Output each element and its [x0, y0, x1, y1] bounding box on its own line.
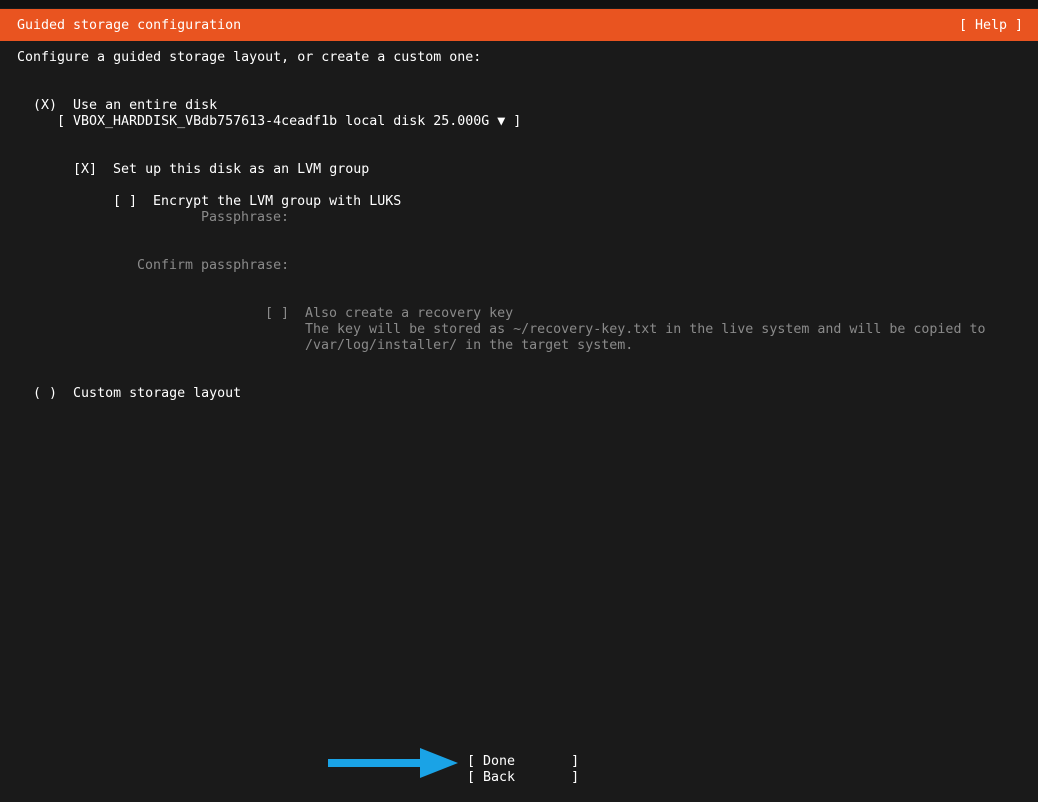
confirm-passphrase-input[interactable]	[305, 258, 705, 274]
custom-storage-option[interactable]: ( ) Custom storage layout	[17, 370, 241, 402]
lvm-checkbox[interactable]: [X]	[73, 162, 97, 177]
terminal-top-border	[0, 0, 1038, 8]
lvm-label: Set up this disk as an LVM group	[113, 162, 370, 177]
luks-option[interactable]: [ ] Encrypt the LVM group with LUKS	[97, 178, 401, 210]
header-bar: Guided storage configuration [ Help ]	[0, 9, 1038, 41]
help-button[interactable]: [ Help ]	[959, 17, 1023, 34]
confirm-passphrase-label: Confirm passphrase:	[137, 258, 290, 273]
recovery-key-label: Also create a recovery key	[305, 306, 514, 321]
custom-layout-radio[interactable]: ( )	[33, 386, 57, 401]
disk-select-dropdown[interactable]: [ VBOX_HARDDISK_VBdb757613-4ceadf1b loca…	[57, 114, 521, 130]
back-button[interactable]: [ Back ]	[467, 770, 579, 786]
passphrase-label: Passphrase:	[201, 210, 290, 225]
pointer-arrow-icon	[328, 748, 458, 778]
lvm-option[interactable]: [X] Set up this disk as an LVM group	[57, 146, 369, 178]
custom-layout-label: Custom storage layout	[73, 386, 242, 401]
luks-label: Encrypt the LVM group with LUKS	[153, 194, 402, 209]
entire-disk-label: Use an entire disk	[73, 98, 218, 113]
use-entire-disk-option[interactable]: (X) Use an entire disk	[17, 82, 217, 114]
recovery-key-description-line1: The key will be stored as ~/recovery-key…	[305, 322, 986, 337]
recovery-key-description-line2: /var/log/installer/ in the target system…	[305, 338, 634, 353]
page-title: Guided storage configuration	[17, 18, 242, 33]
entire-disk-radio[interactable]: (X)	[33, 98, 57, 113]
done-button[interactable]: [ Done ]	[467, 754, 579, 770]
recovery-key-checkbox[interactable]: [ ]	[265, 306, 289, 322]
intro-text: Configure a guided storage layout, or cr…	[17, 50, 482, 65]
luks-checkbox[interactable]: [ ]	[113, 194, 137, 209]
passphrase-input[interactable]	[305, 210, 705, 226]
